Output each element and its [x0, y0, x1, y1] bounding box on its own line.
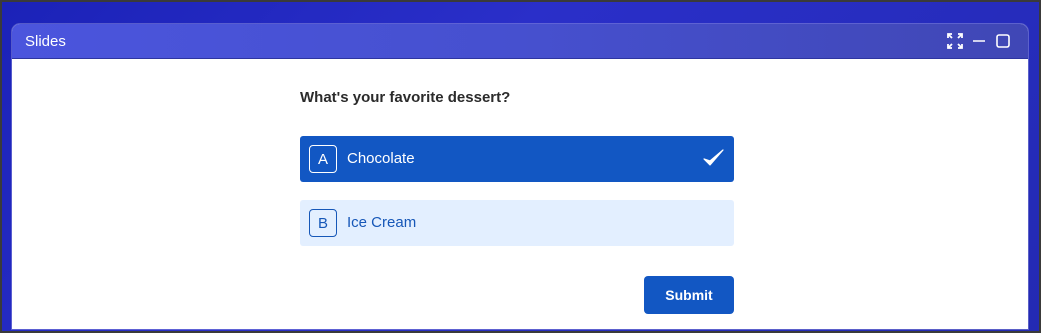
minimize-icon[interactable]: [970, 32, 988, 50]
submit-button[interactable]: Submit: [644, 276, 734, 314]
option-label: Ice Cream: [347, 214, 417, 231]
slides-window: Slides What's your favorite dessert? A C…: [12, 24, 1028, 329]
maximize-icon[interactable]: [994, 32, 1012, 50]
slide-content: What's your favorite dessert? A Chocolat…: [12, 59, 1028, 329]
fullscreen-icon[interactable]: [946, 32, 964, 50]
window-title: Slides: [25, 33, 66, 50]
checkmark-icon: [703, 149, 724, 166]
question-text: What's your favorite dessert?: [300, 89, 511, 106]
option-letter: A: [309, 145, 337, 173]
option-b[interactable]: B Ice Cream: [300, 200, 734, 246]
window-titlebar[interactable]: Slides: [12, 24, 1028, 59]
window-controls: [946, 32, 1012, 50]
option-letter: B: [309, 209, 337, 237]
option-label: Chocolate: [347, 150, 415, 167]
option-a[interactable]: A Chocolate: [300, 136, 734, 182]
